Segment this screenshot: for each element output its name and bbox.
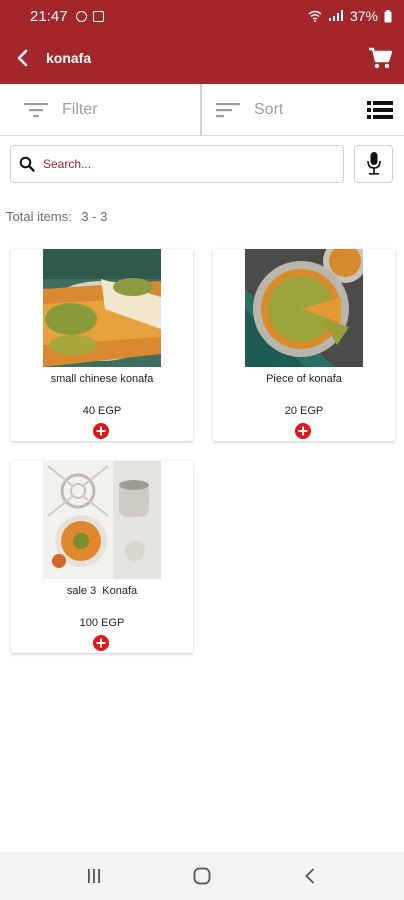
system-navigation-bar: [0, 852, 404, 900]
search-input[interactable]: [43, 157, 323, 171]
product-price: 40 EGP: [82, 405, 122, 417]
add-to-cart-button[interactable]: [93, 423, 109, 439]
filter-sort-toolbar: Filter Sort: [0, 83, 404, 136]
total-items-range: 3 - 3: [81, 209, 108, 224]
sort-label: Sort: [254, 100, 284, 118]
chevron-left-icon: [17, 49, 28, 67]
cart-icon: [369, 47, 392, 69]
sort-icon: [216, 102, 240, 117]
product-image: [245, 249, 363, 367]
product-name: small chinese konafa: [50, 373, 154, 385]
add-icon: [298, 426, 308, 436]
home-icon: [193, 867, 211, 885]
status-bar: 21:47 37%: [0, 0, 404, 32]
view-toggle-button[interactable]: [356, 84, 404, 136]
search-icon: [19, 156, 35, 172]
add-icon: [96, 426, 106, 436]
gallery-status-icon: [92, 10, 104, 22]
total-items-label: Total items:: [6, 209, 72, 224]
battery-percent: 37%: [349, 8, 378, 24]
add-icon: [96, 638, 106, 648]
signal-icon: [328, 10, 343, 21]
product-image: [43, 461, 161, 579]
back-button[interactable]: [0, 32, 44, 84]
status-time: 21:47: [30, 7, 68, 25]
recent-apps-button[interactable]: [64, 852, 124, 900]
microphone-icon: [366, 152, 381, 175]
add-to-cart-button[interactable]: [93, 635, 109, 651]
alarm-status-icon: [75, 10, 87, 22]
product-card[interactable]: small chinese konafa 40 EGP: [11, 249, 193, 441]
product-name: Piece of konafa: [266, 373, 342, 385]
sort-button[interactable]: Sort: [202, 84, 352, 136]
app-bar: konafa: [0, 32, 404, 84]
filter-label: Filter: [62, 100, 98, 118]
system-back-button[interactable]: [280, 852, 340, 900]
product-card[interactable]: Piece of konafa 20 EGP: [213, 249, 395, 441]
list-view-icon: [367, 100, 393, 119]
product-price: 20 EGP: [284, 405, 324, 417]
search-field: [10, 145, 344, 183]
filter-button[interactable]: Filter: [0, 83, 202, 136]
voice-search-button[interactable]: [354, 145, 393, 183]
product-card[interactable]: sale 3 Konafa 100 EGP: [11, 461, 193, 653]
total-items: Total items: 3 - 3: [6, 209, 107, 224]
product-price: 100 EGP: [79, 617, 125, 629]
battery-icon: [384, 9, 392, 22]
wifi-icon: [308, 10, 322, 22]
page-title: konafa: [46, 50, 92, 66]
home-button[interactable]: [172, 852, 232, 900]
add-to-cart-button[interactable]: [295, 423, 311, 439]
product-image: [43, 249, 161, 367]
filter-icon: [24, 102, 48, 117]
back-arrow-icon: [305, 868, 314, 884]
product-name: sale 3 Konafa: [66, 585, 138, 597]
recent-apps-icon: [88, 869, 100, 883]
cart-button[interactable]: [356, 32, 404, 84]
